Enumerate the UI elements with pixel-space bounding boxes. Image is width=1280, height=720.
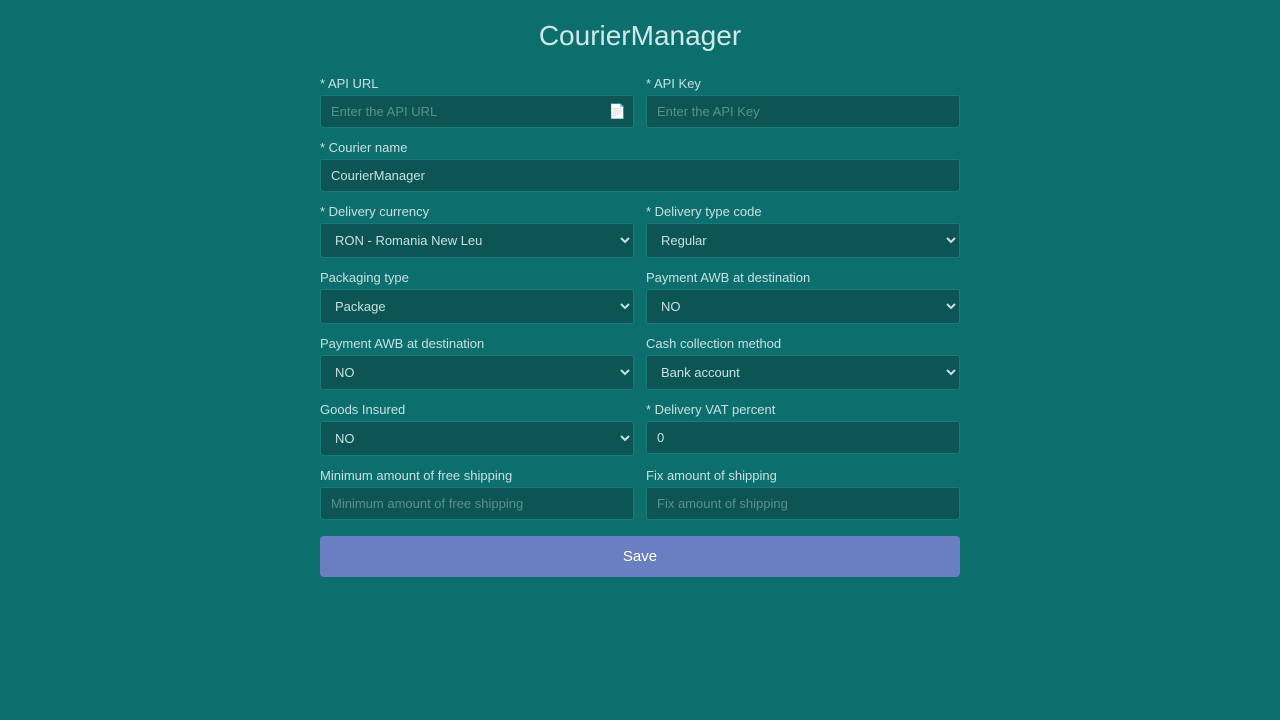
- group-payment-awb-destination: Payment AWB at destination NO: [646, 270, 960, 324]
- courier-name-label: * Courier name: [320, 140, 960, 155]
- group-save: Save: [320, 532, 960, 577]
- save-button[interactable]: Save: [320, 536, 960, 577]
- goods-insured-select[interactable]: NO: [320, 421, 634, 456]
- api-url-label: * API URL: [320, 76, 634, 91]
- page-title: CourierManager: [539, 20, 741, 52]
- group-courier-name: * Courier name: [320, 140, 960, 192]
- delivery-currency-label: * Delivery currency: [320, 204, 634, 219]
- payment-awb-destination-label: Payment AWB at destination: [646, 270, 960, 285]
- group-delivery-type-code: * Delivery type code Regular: [646, 204, 960, 258]
- group-min-free-shipping: Minimum amount of free shipping: [320, 468, 634, 520]
- group-api-url: * API URL 📄: [320, 76, 634, 128]
- form-container: * API URL 📄 * API Key * Courier name * D…: [320, 76, 960, 589]
- fix-amount-shipping-label: Fix amount of shipping: [646, 468, 960, 483]
- api-url-wrapper: 📄: [320, 95, 634, 128]
- cash-collection-method-select[interactable]: Bank account: [646, 355, 960, 390]
- delivery-currency-select[interactable]: RON - Romania New Leu: [320, 223, 634, 258]
- group-packaging-type: Packaging type Package: [320, 270, 634, 324]
- delivery-type-code-select[interactable]: Regular: [646, 223, 960, 258]
- group-cash-collection-method: Cash collection method Bank account: [646, 336, 960, 390]
- api-url-input[interactable]: [320, 95, 634, 128]
- api-url-icon: 📄: [609, 103, 626, 120]
- api-key-label: * API Key: [646, 76, 960, 91]
- packaging-type-label: Packaging type: [320, 270, 634, 285]
- group-fix-amount-shipping: Fix amount of shipping: [646, 468, 960, 520]
- row-courier-name: * Courier name: [320, 140, 960, 192]
- fix-amount-shipping-input[interactable]: [646, 487, 960, 520]
- courier-name-input[interactable]: [320, 159, 960, 192]
- cash-collection-method-label: Cash collection method: [646, 336, 960, 351]
- row-payment-cash: Payment AWB at destination NO Cash colle…: [320, 336, 960, 390]
- row-shipping-amounts: Minimum amount of free shipping Fix amou…: [320, 468, 960, 520]
- packaging-type-select[interactable]: Package: [320, 289, 634, 324]
- delivery-type-code-label: * Delivery type code: [646, 204, 960, 219]
- group-payment-awb-destination2: Payment AWB at destination NO: [320, 336, 634, 390]
- row-save: Save: [320, 532, 960, 577]
- goods-insured-label: Goods Insured: [320, 402, 634, 417]
- row-goods-vat: Goods Insured NO * Delivery VAT percent: [320, 402, 960, 456]
- api-key-input[interactable]: [646, 95, 960, 128]
- payment-awb-destination-select[interactable]: NO: [646, 289, 960, 324]
- min-free-shipping-label: Minimum amount of free shipping: [320, 468, 634, 483]
- delivery-vat-label: * Delivery VAT percent: [646, 402, 960, 417]
- payment-awb-destination2-label: Payment AWB at destination: [320, 336, 634, 351]
- row-api: * API URL 📄 * API Key: [320, 76, 960, 128]
- group-delivery-vat: * Delivery VAT percent: [646, 402, 960, 456]
- min-free-shipping-input[interactable]: [320, 487, 634, 520]
- row-currency-type: * Delivery currency RON - Romania New Le…: [320, 204, 960, 258]
- row-packaging-payment: Packaging type Package Payment AWB at de…: [320, 270, 960, 324]
- group-goods-insured: Goods Insured NO: [320, 402, 634, 456]
- group-delivery-currency: * Delivery currency RON - Romania New Le…: [320, 204, 634, 258]
- group-api-key: * API Key: [646, 76, 960, 128]
- payment-awb-destination2-select[interactable]: NO: [320, 355, 634, 390]
- delivery-vat-input[interactable]: [646, 421, 960, 454]
